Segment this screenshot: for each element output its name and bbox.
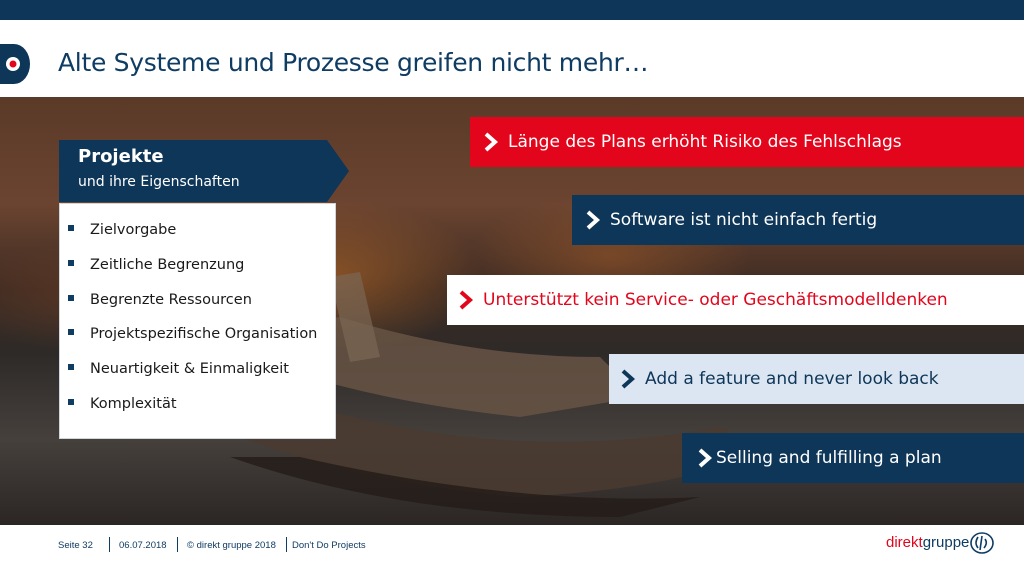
callout-plan-length-risk: Länge des Plans erhöht Risiko des Fehlsc… <box>470 117 1024 167</box>
footer-date: 06.07.2018 <box>119 540 167 551</box>
chevron-right-icon <box>698 448 712 468</box>
chevron-right-icon <box>459 290 473 310</box>
bullet-icon <box>68 259 74 266</box>
list-item: Komplexität <box>68 396 317 431</box>
callout-no-service-thinking: Unterstützt kein Service- oder Geschäfts… <box>447 275 1024 325</box>
bullet-icon <box>68 364 74 371</box>
callout-software-not-finished: Software ist nicht einfach fertig <box>572 195 1024 245</box>
chevron-right-icon <box>586 210 600 230</box>
callout-add-feature: Add a feature and never look back <box>609 354 1024 404</box>
list-item: Projektspezifische Organisation <box>68 326 317 361</box>
footer-divider <box>177 537 178 552</box>
projects-subtitle: und ihre Eigenschaften <box>78 174 240 190</box>
projects-title: Projekte <box>78 146 164 167</box>
footer-divider <box>286 537 287 552</box>
bullet-icon <box>68 225 74 231</box>
bullet-icon <box>68 294 74 301</box>
callout-selling-plan: Selling and fulfilling a plan <box>682 433 1024 483</box>
top-accent-bar <box>0 0 1024 20</box>
page-title: Alte Systeme und Prozesse greifen nicht … <box>58 48 649 77</box>
brand-wordmark: direktgruppe <box>886 534 970 551</box>
footer-divider <box>109 537 110 552</box>
list-item: Zeitliche Begrenzung <box>68 257 317 292</box>
brand-logo-icon <box>970 532 994 554</box>
footer-copyright: © direkt gruppe 2018 <box>187 540 276 551</box>
list-item: Neuartigkeit & Einmaligkeit <box>68 361 317 396</box>
company-logo-icon <box>0 44 30 84</box>
bullet-icon <box>68 329 74 336</box>
list-item: Begrenzte Ressourcen <box>68 292 317 327</box>
bullet-icon <box>68 398 74 405</box>
projects-properties-list: Zielvorgabe Zeitliche Begrenzung Begrenz… <box>59 203 336 439</box>
chevron-right-icon <box>484 132 498 152</box>
chevron-right-icon <box>621 369 635 389</box>
footer-topic: Don't Do Projects <box>292 540 366 551</box>
page-number: Seite 32 <box>58 540 93 551</box>
list-item: Zielvorgabe <box>68 222 317 257</box>
